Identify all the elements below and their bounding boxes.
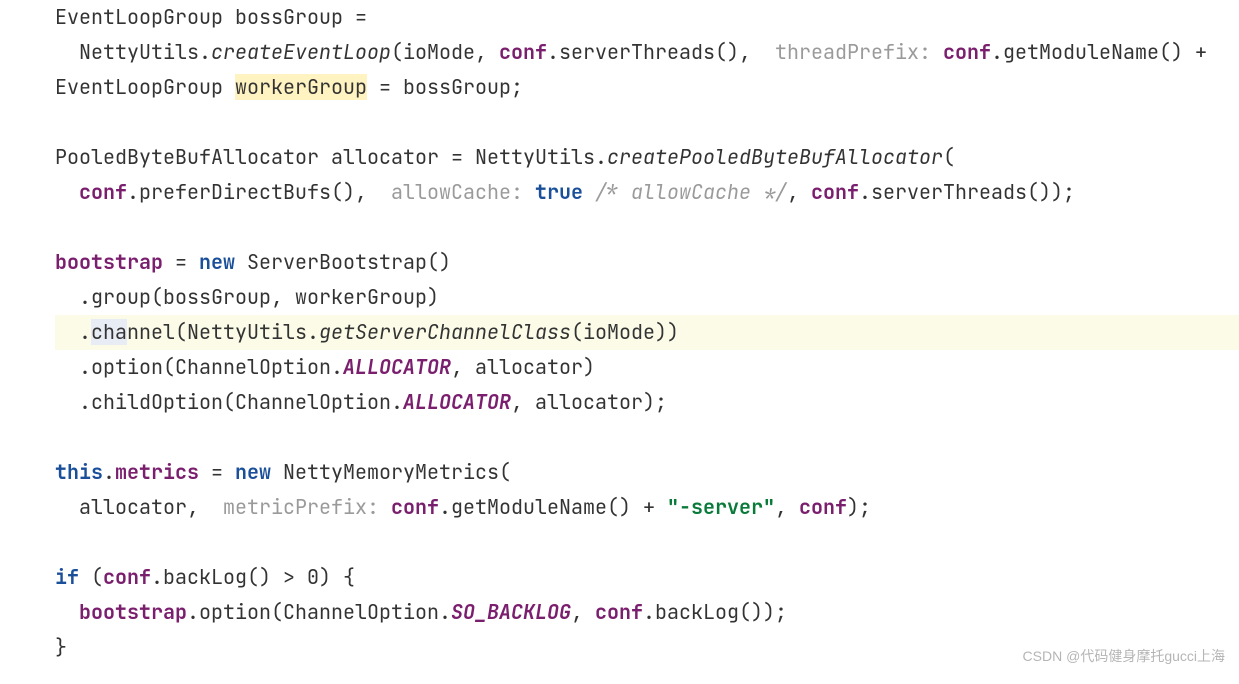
token-cmt: /* allowCache */ — [595, 179, 787, 205]
token-kw: true — [535, 179, 583, 205]
code-line[interactable]: .option(ChannelOption.ALLOCATOR, allocat… — [55, 350, 1239, 385]
token-caret-sel: cha — [91, 319, 127, 345]
code-line[interactable]: if (conf.backLog() > 0) { — [55, 560, 1239, 595]
code-line[interactable]: .group(bossGroup, workerGroup) — [55, 280, 1239, 315]
token-field: conf — [499, 39, 547, 65]
token-const: ALLOCATOR — [403, 389, 511, 415]
code-line[interactable] — [55, 420, 1239, 455]
token-kw: if — [55, 564, 79, 590]
code-line[interactable] — [55, 525, 1239, 560]
token-field: bootstrap — [55, 249, 163, 275]
code-line[interactable]: conf.preferDirectBufs(), allowCache: tru… — [55, 175, 1239, 210]
code-line[interactable]: bootstrap.option(ChannelOption.SO_BACKLO… — [55, 595, 1239, 630]
token-field: conf — [811, 179, 859, 205]
code-line[interactable]: .channel(NettyUtils.getServerChannelClas… — [55, 315, 1239, 350]
code-line[interactable]: bootstrap = new ServerBootstrap() — [55, 245, 1239, 280]
token-field: bootstrap — [79, 599, 187, 625]
code-line[interactable]: allocator, metricPrefix: conf.getModuleN… — [55, 490, 1239, 525]
token-hint: allowCache: — [391, 179, 523, 205]
token-const: ALLOCATOR — [343, 354, 451, 380]
token-const: SO_BACKLOG — [451, 599, 571, 625]
token-kw: new — [235, 459, 271, 485]
code-line[interactable]: EventLoopGroup workerGroup = bossGroup; — [55, 70, 1239, 105]
code-editor[interactable]: EventLoopGroup bossGroup = NettyUtils.cr… — [0, 0, 1239, 665]
code-line[interactable]: EventLoopGroup bossGroup = — [55, 0, 1239, 35]
token-field: conf — [103, 564, 151, 590]
watermark: CSDN @代码健身摩托gucci上海 — [1023, 639, 1225, 674]
token-ital: getServerChannelClass — [319, 319, 571, 345]
token-ital: createPooledByteBufAllocator — [607, 144, 943, 170]
code-line[interactable] — [55, 105, 1239, 140]
token-kw: new — [199, 249, 235, 275]
token-field: conf — [595, 599, 643, 625]
token-field: conf — [391, 494, 439, 520]
token-field: conf — [799, 494, 847, 520]
code-line[interactable]: .childOption(ChannelOption.ALLOCATOR, al… — [55, 385, 1239, 420]
code-line[interactable] — [55, 210, 1239, 245]
token-field: metrics — [115, 459, 199, 485]
token-field: conf — [943, 39, 991, 65]
code-line[interactable]: PooledByteBufAllocator allocator = Netty… — [55, 140, 1239, 175]
token-str: "-server" — [667, 494, 775, 520]
code-line[interactable]: NettyUtils.createEventLoop(ioMode, conf.… — [55, 35, 1239, 70]
token-kw: this — [55, 459, 103, 485]
token-ital: createEventLoop — [211, 39, 391, 65]
token-hint: threadPrefix: — [775, 39, 931, 65]
token-hint: metricPrefix: — [223, 494, 379, 520]
token-field: conf — [79, 179, 127, 205]
token-hl-yellow: workerGroup — [235, 74, 367, 100]
code-line[interactable]: this.metrics = new NettyMemoryMetrics( — [55, 455, 1239, 490]
